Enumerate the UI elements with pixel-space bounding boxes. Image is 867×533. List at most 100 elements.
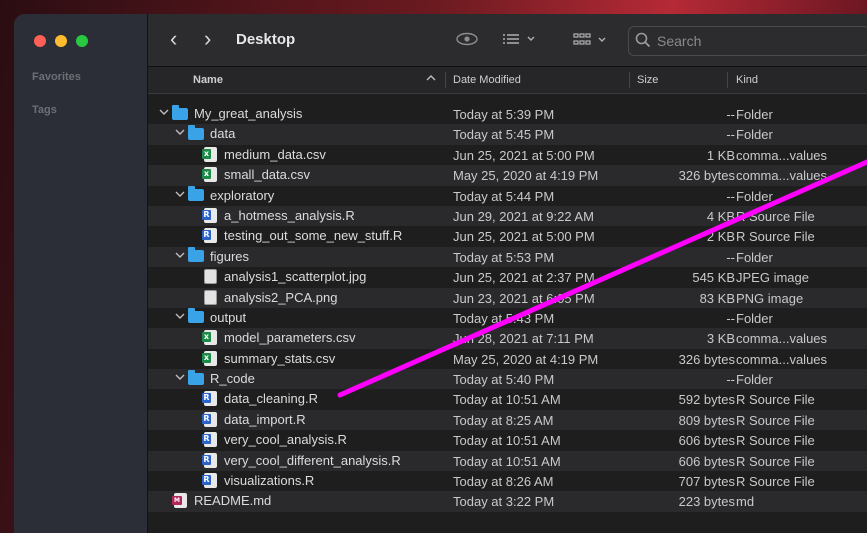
file-name: very_cool_different_analysis.R	[224, 452, 401, 468]
file-row[interactable]: figures Today at 5:53 PM -- Folder	[148, 246, 867, 268]
chevron-down-icon[interactable]	[174, 251, 186, 262]
file-name-cell[interactable]: data	[174, 124, 235, 141]
file-row[interactable]: medium_data.csv Jun 25, 2021 at 5:00 PM 1 …	[148, 145, 867, 165]
forward-button[interactable]: ›	[204, 28, 211, 50]
file-date-modified: Today at 10:51 AM	[453, 453, 561, 469]
file-kind: PNG image	[736, 290, 804, 306]
file-row[interactable]: R_code Today at 5:40 PM -- Folder	[148, 369, 867, 390]
file-name-cell[interactable]: very_cool_different_analysis.R	[202, 452, 401, 468]
file-kind: comma...values	[736, 168, 828, 184]
search-placeholder: Search	[657, 33, 702, 49]
file-size: 606 bytes	[678, 433, 735, 449]
chevron-down-icon[interactable]	[174, 190, 186, 201]
file-name: figures	[210, 248, 250, 264]
file-row[interactable]: exploratory Today at 5:44 PM -- Folder	[148, 186, 867, 206]
file-name-cell[interactable]: a_hotmess_analysis.R	[202, 207, 355, 223]
file-name-cell[interactable]: analysis1_scatterplot.jpg	[204, 269, 366, 285]
folder-icon	[188, 247, 204, 263]
close-button[interactable]	[34, 35, 46, 47]
file-row[interactable]: small_data.csv May 25, 2020 at 4:19 PM 326…	[148, 165, 867, 186]
file-name-cell[interactable]: exploratory	[174, 186, 274, 203]
file-name: analysis2_PCA.png	[224, 289, 338, 305]
file-name-cell[interactable]: figures	[174, 247, 250, 264]
file-kind: R Source File	[736, 433, 815, 449]
file-name-cell[interactable]: visualizations.R	[202, 473, 314, 489]
chevron-down-icon[interactable]	[174, 373, 186, 384]
back-button[interactable]: ‹	[170, 28, 177, 50]
folder-icon	[188, 186, 204, 202]
r-file-icon	[202, 411, 217, 427]
r-file-icon	[202, 207, 217, 223]
file-name-cell[interactable]: data_import.R	[202, 411, 306, 427]
file-row[interactable]: data_import.R Today at 8:25 AM 809 bytesR …	[148, 409, 867, 431]
file-kind: R Source File	[736, 392, 815, 408]
file-name-cell[interactable]: R_code	[174, 369, 255, 387]
file-name-cell[interactable]: data_cleaning.R	[202, 391, 318, 407]
toolbar: ‹ › Desktop Search	[148, 14, 867, 67]
column-name[interactable]: Name	[193, 74, 223, 86]
r-file-icon	[202, 228, 217, 244]
file-row[interactable]: output Today at 5:43 PM -- Folder	[148, 308, 867, 328]
file-date-modified: Today at 5:39 PM	[453, 107, 555, 122]
column-kind[interactable]: Kind	[736, 74, 758, 86]
file-size: --	[726, 310, 735, 326]
column-divider	[445, 72, 446, 88]
chevron-down-icon[interactable]	[174, 312, 186, 323]
file-date-modified: Jun 23, 2021 at 6:05 PM	[453, 290, 595, 306]
file-row[interactable]: summary_stats.csv May 25, 2020 at 4:19 PM…	[148, 349, 867, 369]
file-kind: R Source File	[736, 208, 815, 224]
file-row[interactable]: My_great_analysis Today at 5:39 PM -- Folde…	[148, 104, 867, 124]
file-row[interactable]: README.md Today at 3:22 PM 223 bytesmd	[148, 491, 867, 512]
file-name-cell[interactable]: summary_stats.csv	[202, 350, 335, 366]
file-date-modified: Today at 5:45 PM	[453, 127, 555, 143]
file-size: 592 bytes	[678, 392, 735, 408]
file-name-cell[interactable]: very_cool_analysis.R	[202, 432, 347, 448]
file-name: R_code	[210, 371, 255, 387]
file-kind: R Source File	[736, 453, 815, 469]
file-name-cell[interactable]: medium_data.csv	[202, 146, 326, 162]
zoom-button[interactable]	[76, 35, 88, 47]
column-date-modified[interactable]: Date Modified	[453, 74, 521, 86]
file-name: very_cool_analysis.R	[224, 432, 347, 448]
file-name-cell[interactable]: analysis2_PCA.png	[204, 289, 338, 305]
eye-icon[interactable]	[456, 32, 478, 49]
file-name-cell[interactable]: My_great_analysis	[158, 104, 302, 121]
file-row[interactable]: analysis1_scatterplot.jpg Jun 25, 2021 at…	[148, 267, 867, 287]
file-row[interactable]: testing_out_some_new_stuff.R Jun 25, 2021…	[148, 226, 867, 246]
file-name-cell[interactable]: output	[174, 308, 246, 325]
file-row[interactable]: analysis2_PCA.png Jun 23, 2021 at 6:05 PM…	[148, 287, 867, 308]
sort-chevron-icon[interactable]	[426, 74, 436, 85]
file-name-cell[interactable]: small_data.csv	[202, 167, 310, 183]
file-row[interactable]: very_cool_analysis.R Today at 10:51 AM 606…	[148, 430, 867, 450]
file-size: 1 KB	[706, 147, 735, 163]
file-name-cell[interactable]: testing_out_some_new_stuff.R	[202, 228, 402, 244]
list-view-icon[interactable]	[501, 32, 537, 49]
file-name: README.md	[194, 493, 272, 509]
group-icon[interactable]	[572, 32, 610, 51]
file-date-modified: Jun 29, 2021 at 9:22 AM	[453, 208, 594, 224]
file-size: 83 KB	[699, 290, 735, 306]
file-kind: comma...values	[736, 147, 828, 163]
file-kind: R Source File	[736, 474, 815, 490]
sidebar-favorites-heading[interactable]: Favorites	[32, 71, 81, 83]
file-size: 3 KB	[706, 331, 735, 347]
sidebar-tags-heading[interactable]: Tags	[32, 104, 57, 116]
file-row[interactable]: a_hotmess_analysis.R Jun 29, 2021 at 9:22…	[148, 205, 867, 227]
file-row[interactable]: data Today at 5:45 PM -- Folder	[148, 124, 867, 145]
chevron-down-icon[interactable]	[174, 128, 186, 139]
file-row[interactable]: data_cleaning.R Today at 10:51 AM 592 byte…	[148, 389, 867, 409]
finder-window: Favorites Tags ‹ › Desktop Search Name D…	[14, 14, 867, 533]
file-name-cell[interactable]: README.md	[172, 493, 272, 509]
window-controls	[34, 35, 88, 47]
chevron-down-icon[interactable]	[158, 108, 170, 119]
folder-icon	[188, 308, 204, 324]
file-kind: JPEG image	[736, 270, 809, 286]
file-name-cell[interactable]: model_parameters.csv	[202, 330, 356, 346]
file-row[interactable]: visualizations.R Today at 8:26 AM 707 byte…	[148, 471, 867, 491]
file-size: 326 bytes	[678, 168, 735, 184]
column-size[interactable]: Size	[637, 74, 658, 86]
file-row[interactable]: model_parameters.csv Jun 28, 2021 at 7:11…	[148, 328, 867, 349]
minimize-button[interactable]	[55, 35, 67, 47]
file-row[interactable]: very_cool_different_analysis.R Today at 1…	[148, 450, 867, 472]
search-field[interactable]: Search	[628, 26, 867, 56]
